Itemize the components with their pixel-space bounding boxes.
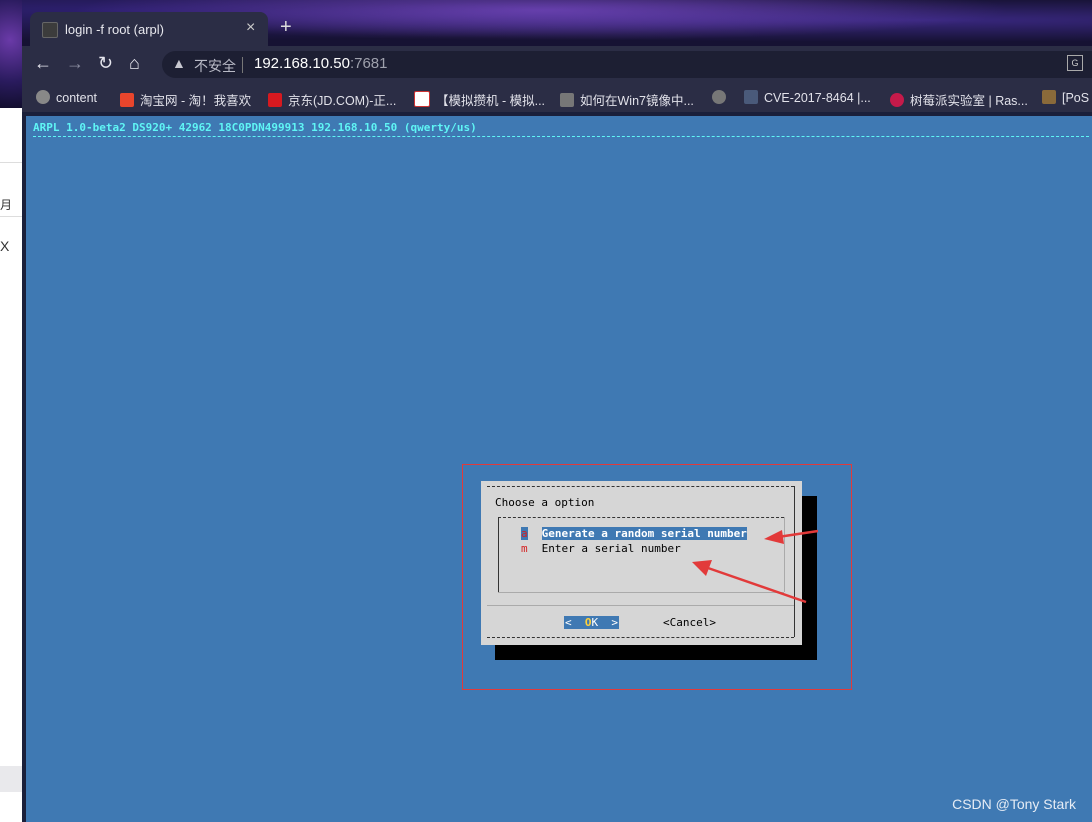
option-generate-serial[interactable]: a Generate a random serial number xyxy=(521,527,747,540)
dialog-title: Choose a option xyxy=(495,496,595,509)
zol-icon xyxy=(414,91,430,107)
terminal-favicon-icon xyxy=(42,22,58,38)
bookmark-item[interactable]: 树莓派实验室 | Ras... xyxy=(890,90,1028,109)
shield-icon xyxy=(744,90,758,104)
background-window-char: 月 xyxy=(0,198,13,212)
background-window-wallpaper xyxy=(0,0,22,108)
tab-close-icon[interactable]: × xyxy=(246,19,255,37)
insecure-label[interactable]: 不安全 xyxy=(194,56,236,76)
globe-icon xyxy=(712,90,726,104)
list-border xyxy=(498,592,784,593)
address-bar[interactable]: ▲ 不安全 192.168.10.50:7681 G xyxy=(162,51,1092,78)
url-text[interactable]: 192.168.10.50:7681 xyxy=(254,55,387,72)
site-icon xyxy=(560,93,574,107)
bookmark-item[interactable]: 如何在Win7镜像中... xyxy=(560,90,694,109)
raspberry-icon xyxy=(890,93,904,107)
dialog-border xyxy=(487,486,794,487)
terminal-status-line: ARPL 1.0-beta2 DS920+ 42962 18C0PDN49991… xyxy=(33,121,477,134)
jd-icon xyxy=(268,93,282,107)
bookmark-item[interactable]: CVE-2017-8464 |... xyxy=(744,90,871,105)
divider xyxy=(0,162,22,163)
taobao-icon xyxy=(120,93,134,107)
background-window-footer xyxy=(0,766,22,792)
bookmark-item[interactable]: 【模拟攒机 - 模拟... xyxy=(414,90,545,109)
option-dialog: Choose a option a Generate a random seria… xyxy=(481,481,802,645)
warning-triangle-icon[interactable]: ▲ xyxy=(172,55,186,71)
list-border xyxy=(498,517,499,592)
list-border xyxy=(498,517,784,518)
bookmark-item[interactable]: 京东(JD.COM)-正... xyxy=(268,90,396,109)
tab-title: login -f root (arpl) xyxy=(65,22,164,37)
divider xyxy=(0,216,22,217)
tab-active[interactable]: login -f root (arpl) × xyxy=(30,12,268,46)
translate-icon[interactable]: G xyxy=(1067,55,1083,71)
bookmark-item[interactable]: 淘宝网 - 淘！我喜欢 xyxy=(120,90,251,109)
divider xyxy=(242,57,243,73)
back-icon[interactable]: ← xyxy=(34,53,52,74)
watermark: CSDN @Tony Stark xyxy=(952,796,1076,812)
browser-window: login -f root (arpl) × + ← → ↻ ⌂ ▲ 不安全 1… xyxy=(22,0,1092,822)
bookmark-item[interactable]: content xyxy=(36,90,97,105)
dialog-border xyxy=(487,637,794,638)
new-tab-button[interactable]: + xyxy=(280,16,292,39)
package-icon xyxy=(1042,90,1056,104)
terminal-separator xyxy=(33,136,1089,137)
dialog-border xyxy=(794,486,795,637)
background-window-strip: 月 X xyxy=(0,0,22,822)
cancel-button[interactable]: <Cancel> xyxy=(663,616,716,629)
globe-icon xyxy=(36,90,50,104)
home-icon[interactable]: ⌂ xyxy=(129,53,140,74)
dialog-divider xyxy=(487,605,794,606)
bookmarks-bar: content 淘宝网 - 淘！我喜欢 京东(JD.COM)-正... 【模拟攒… xyxy=(22,82,1092,112)
background-window-close-icon: X xyxy=(0,238,10,254)
bookmark-item[interactable]: [PoS xyxy=(1042,90,1089,105)
forward-icon[interactable]: → xyxy=(66,53,84,74)
ok-button[interactable]: < OK > xyxy=(564,616,619,629)
tab-bar: login -f root (arpl) × + xyxy=(22,0,1092,46)
reload-icon[interactable]: ↻ xyxy=(98,53,113,74)
option-enter-serial[interactable]: m Enter a serial number xyxy=(521,542,681,555)
list-border xyxy=(784,517,785,592)
toolbar: ← → ↻ ⌂ ▲ 不安全 192.168.10.50:7681 G xyxy=(22,46,1092,82)
bookmark-item[interactable] xyxy=(712,90,732,105)
